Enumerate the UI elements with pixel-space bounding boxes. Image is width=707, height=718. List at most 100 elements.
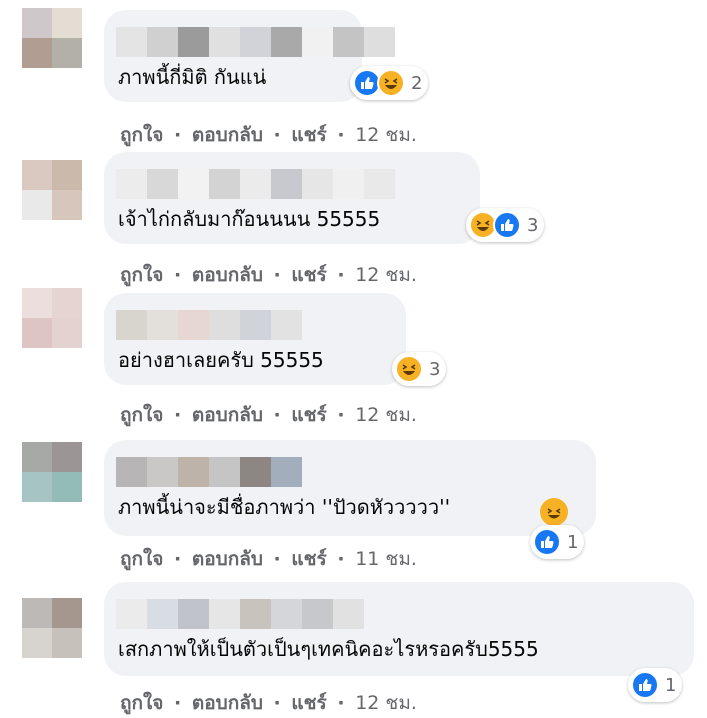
haha-icon [377,69,405,97]
avatar[interactable] [22,160,82,220]
separator: · [273,264,281,286]
comment-bubble: ภาพนี้น่าจะมีชื่อภาพว่า ''ปัวดหัววววว'' [104,440,596,536]
reaction-summary[interactable]: 3 [466,208,545,242]
share-link[interactable]: แชร์ [291,124,326,146]
separator: · [337,692,345,714]
like-link[interactable]: ถูกใจ [120,264,163,286]
name-pixel [240,599,271,629]
name-pixel [116,599,147,629]
avatar[interactable] [22,288,82,348]
share-link[interactable]: แชร์ [291,404,326,426]
commenter-name-blurred[interactable] [116,169,395,199]
haha-icon [395,355,423,383]
avatar-pixel [22,190,52,220]
comment-text: อย่างฮาเลยครับ 55555 [118,348,324,372]
reaction-count: 3 [527,214,539,236]
name-pixel [116,27,147,57]
comment-bubble: ภาพนี้กี่มิติ กันแน่ [104,10,395,102]
reaction-summary[interactable]: 1 [530,525,585,559]
commenter-name-blurred[interactable] [116,457,302,487]
like-link[interactable]: ถูกใจ [120,404,163,426]
comment-bubble: เสกภาพให้เป็นตัวเป็นๆเทคนิคอะไรหรอครับ55… [104,582,694,676]
like-link[interactable]: ถูกใจ [120,548,163,570]
avatar-pixel [22,38,52,68]
like-link[interactable]: ถูกใจ [120,124,163,146]
timestamp[interactable]: 12 ชม. [355,264,417,286]
name-pixel [271,27,302,57]
name-pixel [271,310,302,340]
reaction-summary[interactable]: 1 [628,668,683,702]
name-pixel [209,310,240,340]
name-pixel [116,169,147,199]
separator: · [273,692,281,714]
reaction-count: 2 [411,72,423,94]
like-link[interactable]: ถูกใจ [120,692,163,714]
avatar[interactable] [22,442,82,502]
name-pixel [116,310,147,340]
name-pixel [271,599,302,629]
timestamp[interactable]: 12 ชม. [355,124,417,146]
name-pixel [178,310,209,340]
avatar-pixel [52,160,82,190]
separator: · [337,404,345,426]
avatar-pixel [52,318,82,348]
avatar-pixel [52,288,82,318]
commenter-name-blurred[interactable] [116,599,364,629]
name-pixel [178,27,209,57]
name-pixel [364,27,395,57]
reaction-summary[interactable]: 3 [392,352,447,386]
comment-bubble: เจ้าไก่กลับมาก๊อนนนน 55555 [104,152,480,244]
name-pixel [271,457,302,487]
reply-link[interactable]: ตอบกลับ [192,264,263,286]
separator: · [273,124,281,146]
share-link[interactable]: แชร์ [291,548,326,570]
reaction-count: 3 [429,358,441,380]
avatar[interactable] [22,8,82,68]
avatar[interactable] [22,598,82,658]
name-pixel [240,457,271,487]
commenter-name-blurred[interactable] [116,27,395,57]
timestamp[interactable]: 11 ชม. [355,548,417,570]
reply-link[interactable]: ตอบกลับ [192,404,263,426]
comment-actions: ถูกใจ · ตอบกลับ · แชร์ · 12 ชม. [120,120,417,150]
share-link[interactable]: แชร์ [291,264,326,286]
name-pixel [364,169,395,199]
avatar-pixel [22,8,52,38]
avatar-pixel [52,190,82,220]
reply-link[interactable]: ตอบกลับ [192,692,263,714]
name-pixel [333,169,364,199]
name-pixel [178,457,209,487]
separator: · [337,548,345,570]
reply-link[interactable]: ตอบกลับ [192,124,263,146]
avatar-pixel [22,472,52,502]
avatar-pixel [22,160,52,190]
timestamp[interactable]: 12 ชม. [355,404,417,426]
separator: · [174,124,182,146]
commenter-name-blurred[interactable] [116,310,302,340]
name-pixel [116,457,147,487]
avatar-pixel [52,598,82,628]
name-pixel [333,599,364,629]
separator: · [273,548,281,570]
timestamp[interactable]: 12 ชม. [355,692,417,714]
avatar-pixel [52,472,82,502]
laughing-emoji-icon [540,498,568,526]
name-pixel [209,457,240,487]
comment-actions: ถูกใจ · ตอบกลับ · แชร์ · 12 ชม. [120,688,417,718]
reply-link[interactable]: ตอบกลับ [192,548,263,570]
like-icon [533,528,561,556]
share-link[interactable]: แชร์ [291,692,326,714]
comment-actions: ถูกใจ · ตอบกลับ · แชร์ · 11 ชม. [120,544,417,574]
separator: · [174,548,182,570]
name-pixel [240,169,271,199]
name-pixel [147,457,178,487]
reaction-count: 1 [567,531,579,553]
separator: · [337,124,345,146]
avatar-pixel [52,628,82,658]
name-pixel [209,169,240,199]
name-pixel [178,169,209,199]
name-pixel [302,169,333,199]
reaction-summary[interactable]: 2 [350,66,429,100]
name-pixel [271,169,302,199]
reaction-count: 1 [665,674,677,696]
